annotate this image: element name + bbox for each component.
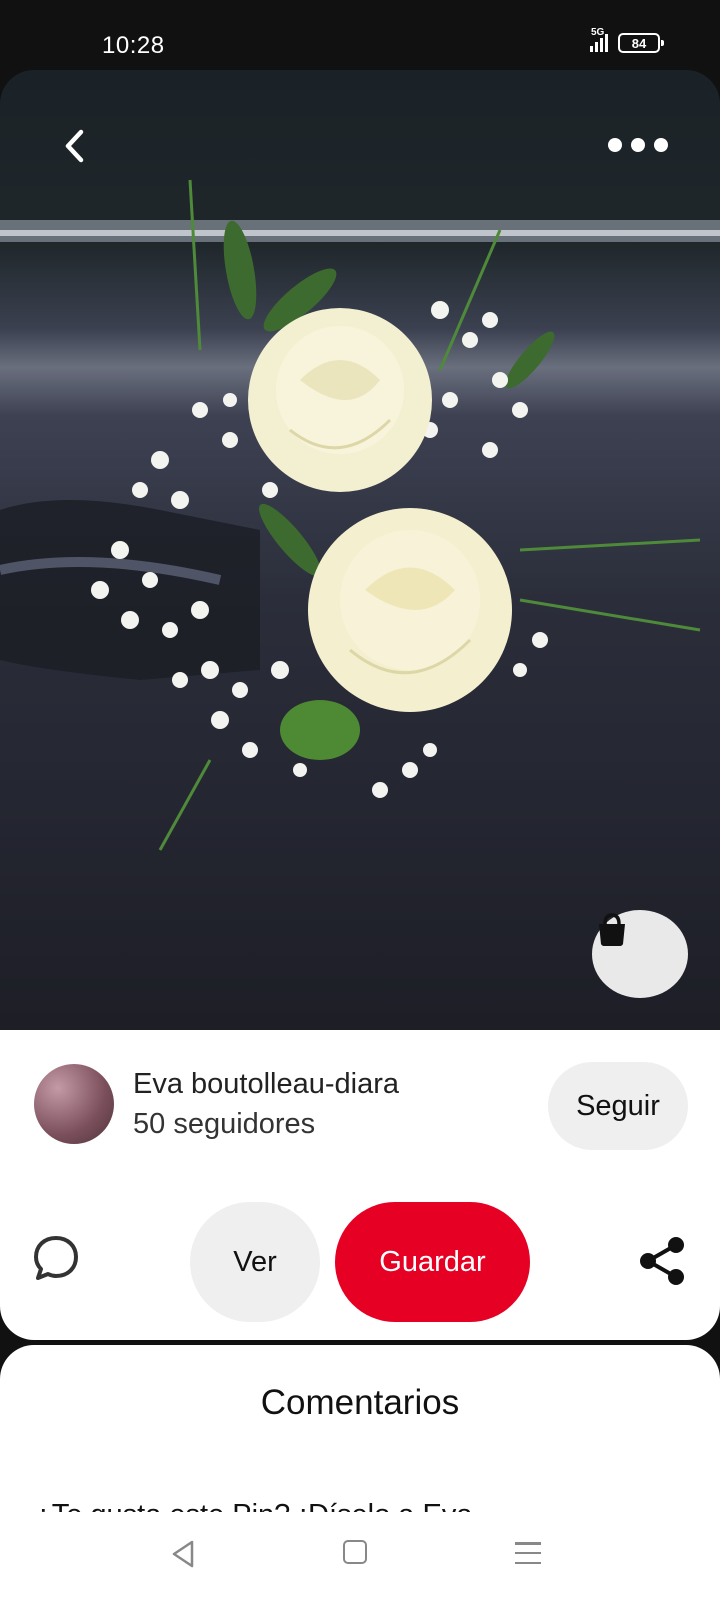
avatar[interactable] bbox=[34, 1064, 114, 1144]
signal-icon: 5G bbox=[590, 27, 608, 52]
view-button[interactable]: Ver bbox=[190, 1202, 320, 1322]
follow-button[interactable]: Seguir bbox=[548, 1062, 688, 1150]
nav-back-button[interactable] bbox=[168, 1538, 198, 1570]
share-icon bbox=[640, 1237, 684, 1285]
comment-button[interactable] bbox=[30, 1232, 82, 1284]
comments-prompt: ¿Te gusta este Pin? ¡Díselo a Eva bbox=[34, 1491, 694, 1513]
square-home-icon[interactable] bbox=[343, 1540, 367, 1564]
battery-icon: 84 bbox=[618, 33, 664, 53]
status-time: 10:28 bbox=[102, 32, 165, 59]
comments-title: Comentarios bbox=[260, 1383, 460, 1422]
battery-level: 84 bbox=[631, 35, 647, 51]
comment-icon bbox=[34, 1236, 78, 1280]
flower-photo bbox=[0, 179, 720, 851]
creator-name[interactable]: Eva boutolleau-diara bbox=[133, 1068, 399, 1101]
status-icons: 5G 84 bbox=[590, 27, 664, 53]
pin-image[interactable] bbox=[0, 70, 720, 1030]
save-button[interactable]: Guardar bbox=[335, 1202, 530, 1322]
back-button[interactable] bbox=[56, 126, 96, 166]
pin-details-panel: Eva boutolleau-diara 50 seguidores Segui… bbox=[0, 1030, 720, 1340]
more-horizontal-icon bbox=[608, 138, 622, 152]
more-options-button[interactable] bbox=[608, 130, 668, 160]
shop-button[interactable] bbox=[592, 910, 688, 998]
triangle-back-icon bbox=[172, 1540, 194, 1568]
creator-followers: 50 seguidores bbox=[133, 1108, 316, 1140]
shopping-bag-icon bbox=[599, 913, 625, 946]
chevron-left-icon bbox=[65, 129, 84, 163]
share-button[interactable] bbox=[638, 1235, 688, 1287]
system-nav-bar bbox=[0, 1512, 720, 1600]
network-type: 5G bbox=[591, 27, 605, 38]
menu-icon[interactable] bbox=[515, 1542, 541, 1564]
